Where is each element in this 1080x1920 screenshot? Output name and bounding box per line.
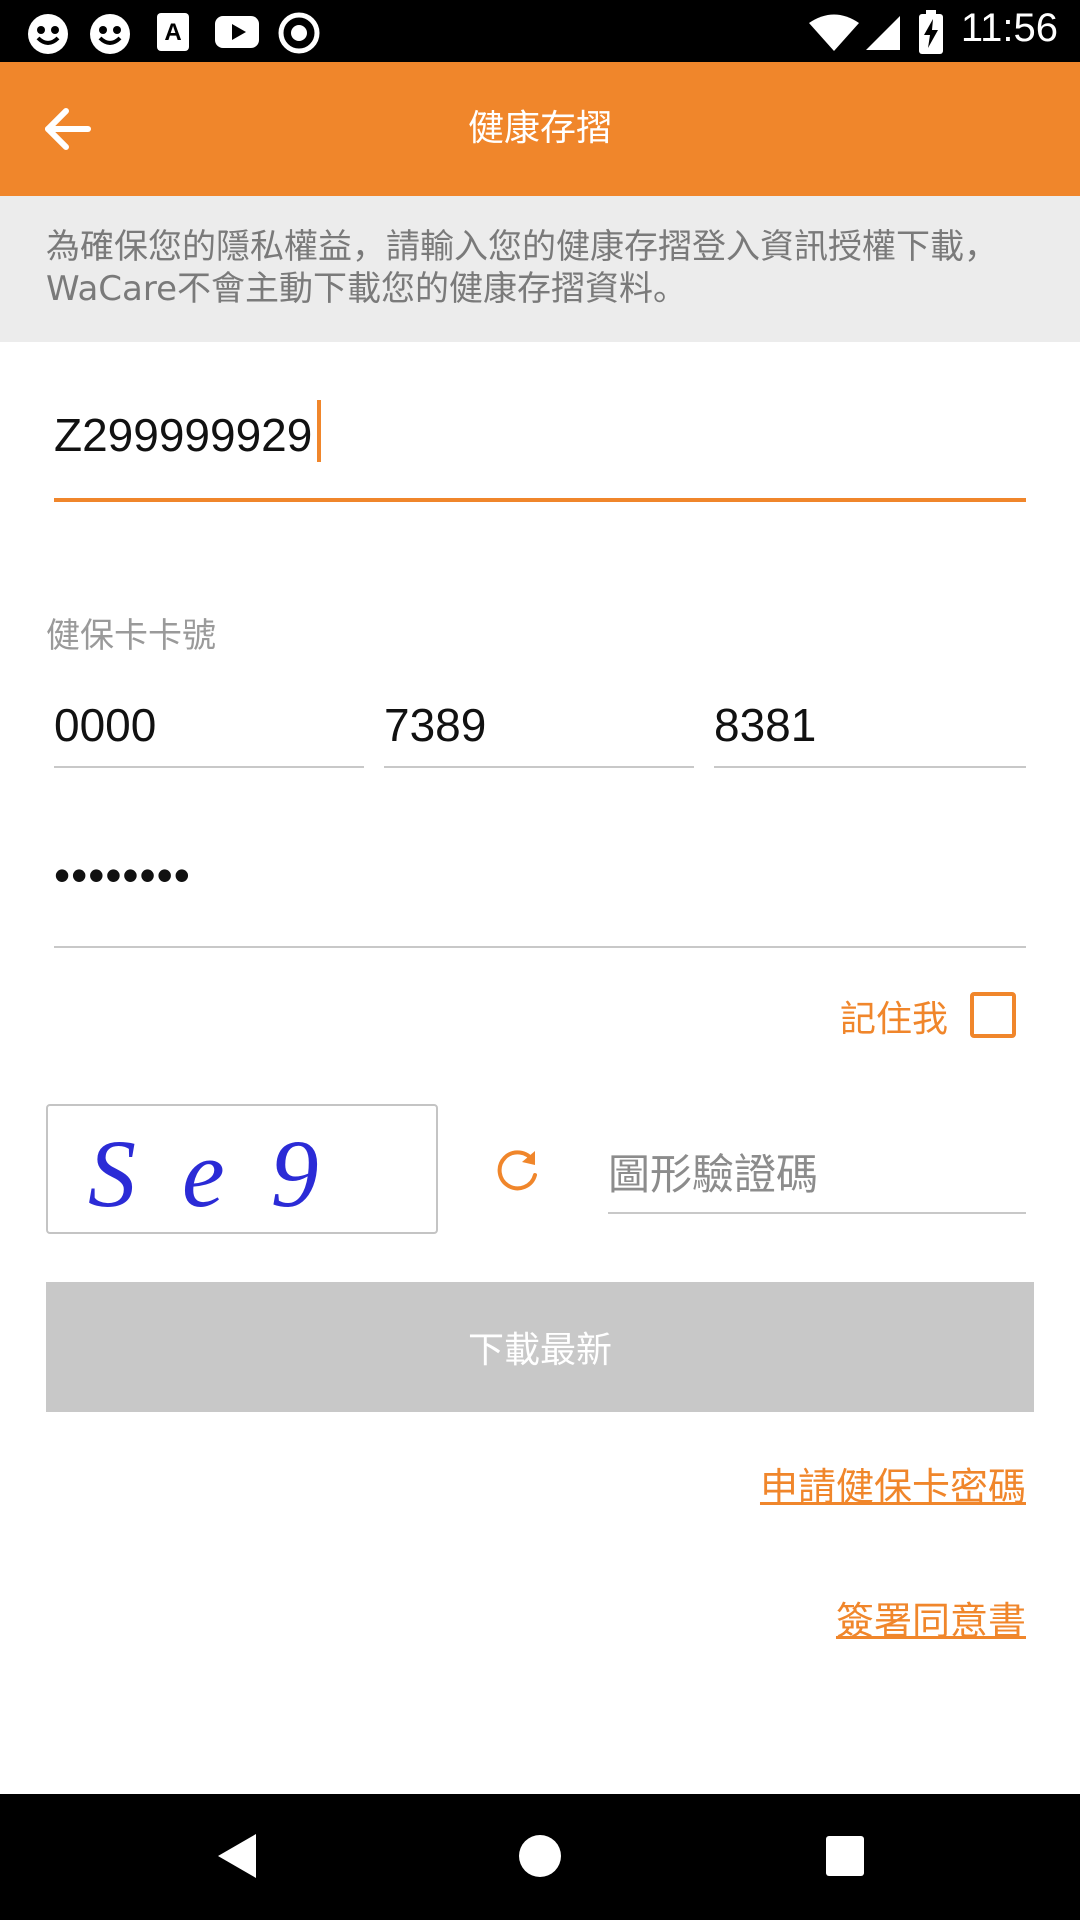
captcha-text: Se9 [88,1120,365,1227]
nav-back-icon[interactable] [212,1830,260,1886]
battery-charging-icon [918,10,944,58]
sign-consent-link[interactable]: 簽署同意書 [836,1590,1026,1645]
card-number-label: 健保卡卡號 [46,616,216,656]
info-banner: 為確保您的隱私權益，請輸入您的健康存摺登入資訊授權下載，WaCare不會主動下載… [0,196,1080,342]
app-bar: 健康存摺 [0,62,1080,196]
password-input[interactable] [54,840,1026,910]
card-number-part-2-input[interactable] [384,690,684,760]
captcha-underline [608,1212,1026,1214]
arrow-left-icon [45,108,91,150]
apply-card-password-link[interactable]: 申請健保卡密碼 [760,1456,1026,1511]
smiley-icon [88,12,132,60]
refresh-captcha-button[interactable] [488,1140,548,1200]
remember-me-label[interactable]: 記住我 [840,990,948,1042]
signal-icon [862,14,902,56]
text-cursor [317,400,321,462]
youtube-icon [214,12,260,56]
card-number-part-3-input[interactable] [714,690,1014,760]
captcha-input[interactable] [608,1140,1026,1210]
smiley-icon [26,12,70,60]
card-number-part-3-underline [714,766,1026,768]
wifi-icon [808,14,860,56]
status-time: 11:56 [960,6,1058,50]
svg-text:A: A [164,19,181,46]
captcha-image: Se9 [46,1104,438,1234]
status-bar: A 11:56 [0,0,1080,62]
record-icon [278,12,320,58]
password-underline [54,946,1026,948]
nav-home-icon[interactable] [518,1830,562,1886]
card-number-part-1-input[interactable] [54,690,354,760]
id-number-underline [54,498,1026,502]
id-number-input[interactable] [54,400,1034,470]
back-button[interactable] [28,92,108,166]
font-icon: A [156,12,190,56]
card-number-part-2-underline [384,766,694,768]
info-text: 為確保您的隱私權益，請輸入您的健康存摺登入資訊授權下載，WaCare不會主動下載… [46,227,998,309]
nav-recents-icon[interactable] [824,1830,866,1886]
page-title: 健康存摺 [467,108,612,149]
download-latest-button[interactable]: 下載最新 [46,1282,1034,1412]
refresh-icon [497,1150,537,1191]
card-number-part-1-underline [54,766,364,768]
remember-me-checkbox[interactable] [970,992,1016,1038]
navigation-bar [0,1794,1080,1920]
